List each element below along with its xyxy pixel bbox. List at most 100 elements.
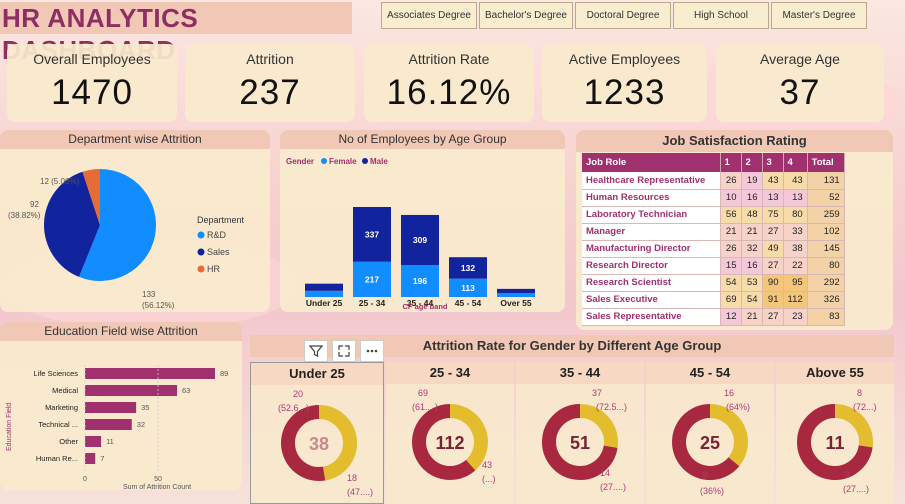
donut-label-bottom: 14 [600,468,610,478]
filter-icon[interactable] [304,340,328,362]
rating-cell: 49 [762,240,784,258]
donut-label-top: 37 [592,388,602,398]
table-row[interactable]: Sales Executive 69 54 91 112 326 [582,291,845,309]
slicer-bachelors-degree[interactable]: Bachelor's Degree [479,2,573,29]
bar[interactable] [85,368,215,379]
table-header-cell[interactable]: Job Role [582,153,721,172]
job-role-cell: Research Scientist [582,274,721,292]
gender-donut-chart: 25 16 (64%) 9 (36%) [672,388,750,496]
table-header-cell[interactable]: Total [807,153,845,172]
rating-cell: 16 [741,257,763,275]
legend-marker-hr [197,265,205,273]
pie-label-rd: 133 [142,290,156,299]
rating-cell: 112 [783,291,808,309]
bar[interactable] [85,385,178,396]
donut-label-bottom-pct: (27....) [843,484,869,494]
slicer-masters-degree[interactable]: Master's Degree [771,2,867,29]
table-row[interactable]: Healthcare Representative 26 19 43 43 131 [582,172,845,190]
focus-mode-icon[interactable] [332,340,356,362]
rating-cell: 27 [762,223,784,241]
table-row[interactable]: Manager 21 21 27 33 102 [582,223,845,241]
pie-label-hr: 12 (5.06%) [40,177,79,186]
table-header-cell[interactable]: 4 [783,153,808,172]
rating-cell: 75 [762,206,784,224]
rating-cell: 90 [762,274,784,292]
donut-label-top-pct: (72.5...) [596,402,627,412]
table-row[interactable]: Sales Representative 12 21 27 23 83 [582,308,845,326]
legend-marker-rd [197,231,205,239]
department-pie-chart: 12 (5.06%) 92 (38.82%) 133 (56.12%) Depa… [8,169,245,310]
rating-cell: 43 [783,172,808,190]
kpi-value: 237 [239,73,301,112]
job-role-cell: Research Director [582,257,721,275]
donut-label-bottom-pct: (...) [482,474,496,484]
donut-center-value: 38 [309,434,329,454]
bar-male[interactable] [497,288,535,294]
age-group-panel: No of Employees by Age Group Gender Fema… [280,130,565,312]
panel-title: No of Employees by Age Group [280,130,565,149]
bar-female[interactable] [497,293,535,297]
legend-female: Female [329,157,357,166]
table-row[interactable]: Research Director 15 16 27 22 80 [582,257,845,275]
pie-label-sales-pct: (38.82%) [8,211,41,220]
total-cell: 292 [807,274,845,292]
rating-cell: 12 [720,308,742,326]
age-group-bar-chart: Gender Female Male Under 25 217 337 25 - 34… [286,157,535,311]
category-label: Marketing [45,403,78,412]
donut-center-value: 25 [700,433,720,453]
total-cell: 131 [807,172,845,190]
donut-center-value: 112 [435,433,464,453]
bar[interactable] [85,453,96,464]
kpi-label: Average Age [760,51,840,67]
category-label: Other [59,437,78,446]
more-options-icon[interactable] [360,340,384,362]
donut-label-bottom: 18 [347,473,357,483]
bar-female[interactable] [305,290,343,297]
data-label: 63 [182,386,190,395]
gender-donut-card: Under 25 38 20 (52.6...) 18 (47....) [250,362,384,504]
data-label: 89 [220,369,228,378]
gender-donut-chart: 51 37 (72.5...) 14 (27....) [542,388,627,492]
category-label: Technical ... [38,420,78,429]
bar[interactable] [85,402,137,413]
table-header-cell[interactable]: 3 [762,153,784,172]
table-row[interactable]: Laboratory Technician 56 48 75 80 259 [582,206,845,224]
rating-cell: 56 [720,206,742,224]
job-role-cell: Healthcare Representative [582,172,721,190]
table-row[interactable]: Human Resources 10 16 13 13 52 [582,189,845,207]
table-header-cell[interactable]: 1 [720,153,742,172]
education-bar-chart: Education Field Life Sciences 89 Medical 63… [6,365,228,490]
kpi-label: Overall Employees [33,51,151,67]
legend-male: Male [370,157,388,166]
total-cell: 83 [807,308,845,326]
bar-male[interactable] [305,283,343,291]
data-label: 217 [365,274,379,284]
category-label: Life Sciences [33,369,78,378]
donut-label-top: 16 [724,388,734,398]
slicer-doctoral-degree[interactable]: Doctoral Degree [575,2,671,29]
slicer-high-school[interactable]: High School [673,2,769,29]
visual-toolbar [304,340,384,362]
table-row[interactable]: Research Scientist 54 53 90 95 292 [582,274,845,292]
rating-cell: 54 [720,274,742,292]
rating-cell: 91 [762,291,784,309]
table-row[interactable]: Manufacturing Director 26 32 49 38 145 [582,240,845,258]
x-axis-label: Sum of Attrition Count [123,484,191,490]
rating-cell: 95 [783,274,808,292]
kpi-label: Attrition [246,51,294,67]
total-cell: 80 [807,257,845,275]
bar[interactable] [85,436,102,447]
table-header-cell[interactable]: 2 [741,153,763,172]
donut-label-bottom: 9 [702,470,707,480]
data-label: 309 [413,235,427,245]
age-group-label: 25 - 34 [386,362,514,384]
bar[interactable] [85,419,132,430]
panel-title: Education Field wise Attrition [0,322,242,341]
table-header-row: Job Role 1 2 3 4 Total [582,153,845,172]
panel-title: Department wise Attrition [0,130,270,149]
gender-donut-chart: 38 20 (52.6...) 18 (47....) [278,389,373,497]
age-group-label: Under 25 [251,363,383,385]
rating-cell: 48 [741,206,763,224]
donut-label-top-pct: (72...) [853,402,877,412]
slicer-associates-degree[interactable]: Associates Degree [381,2,477,29]
